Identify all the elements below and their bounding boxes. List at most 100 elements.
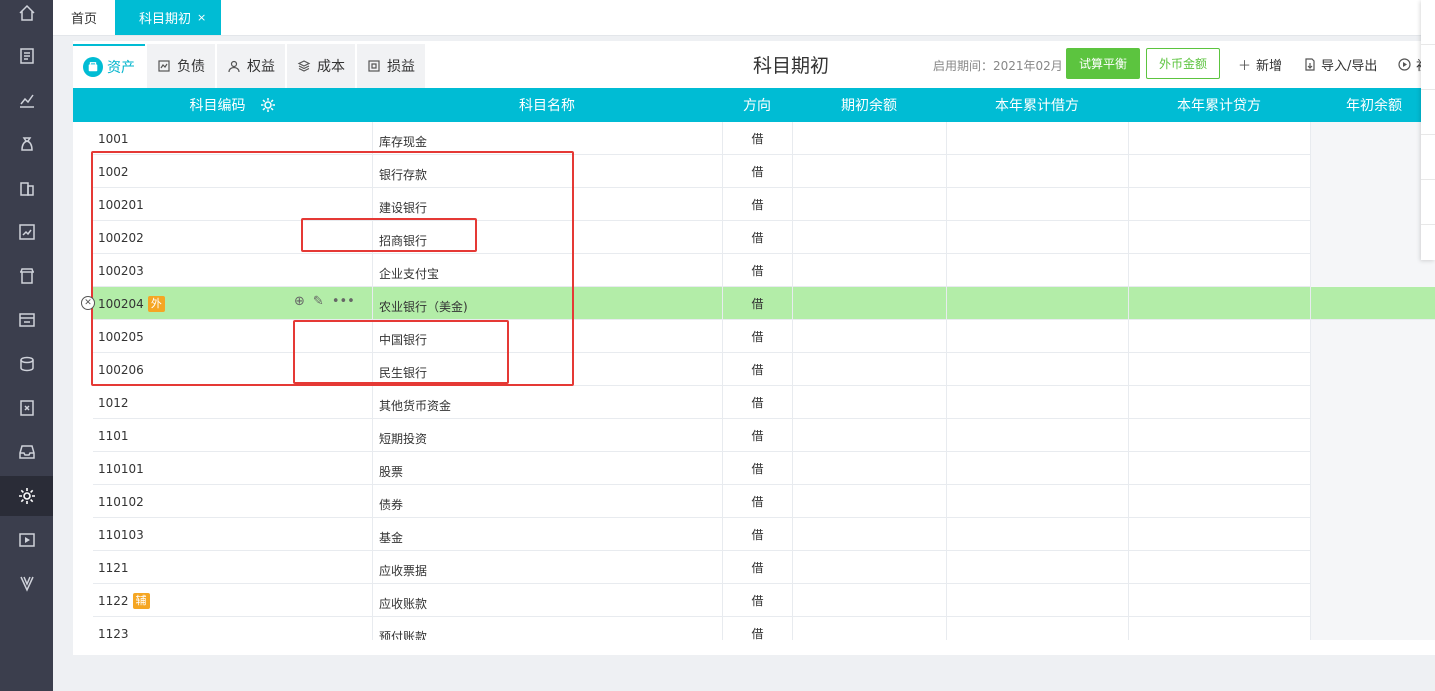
cell-year-begin[interactable] [1310,386,1435,419]
cell-opening-balance[interactable] [792,254,946,287]
cell-ytd-credit[interactable] [1128,155,1310,188]
cell-ytd-credit[interactable] [1128,419,1310,452]
cell-opening-balance[interactable] [792,551,946,584]
cell-year-begin[interactable] [1310,485,1435,518]
cell-year-begin[interactable] [1310,254,1435,287]
sidebar-item[interactable] [0,476,53,516]
cell-year-begin[interactable] [1310,221,1435,254]
cell-opening-balance[interactable] [792,386,946,419]
table-row[interactable]: 1012 其他货币资金 借 [93,386,1435,419]
sidebar-item[interactable] [0,0,53,33]
cell-year-begin[interactable] [1310,320,1435,353]
table-row[interactable]: 1122 辅 应收账款 借 [93,584,1435,617]
cell-year-begin[interactable] [1310,353,1435,386]
category-tab[interactable]: 负债 [147,44,215,88]
category-tab[interactable]: 权益 [217,44,285,88]
cell-ytd-credit[interactable] [1128,386,1310,419]
sidebar-item[interactable] [0,256,53,296]
cell-opening-balance[interactable] [792,155,946,188]
sidebar-item[interactable] [0,563,53,603]
cell-ytd-debit[interactable] [946,617,1128,640]
cell-opening-balance[interactable] [792,188,946,221]
cell-ytd-credit[interactable] [1128,221,1310,254]
sidebar-item[interactable] [0,212,53,252]
cell-ytd-debit[interactable] [946,254,1128,287]
cell-year-begin[interactable] [1310,584,1435,617]
sidebar-item[interactable] [0,36,53,76]
cell-ytd-credit[interactable] [1128,320,1310,353]
cell-opening-balance[interactable] [792,221,946,254]
cell-ytd-debit[interactable] [946,320,1128,353]
cell-year-begin[interactable] [1310,287,1435,320]
cell-opening-balance[interactable] [792,122,946,155]
cell-opening-balance[interactable] [792,584,946,617]
cell-year-begin[interactable] [1310,551,1435,584]
cell-ytd-credit[interactable] [1128,518,1310,551]
cell-ytd-credit[interactable] [1128,485,1310,518]
cell-year-begin[interactable] [1310,518,1435,551]
close-icon[interactable]: × [197,11,206,24]
gear-icon[interactable] [260,97,276,113]
cell-ytd-debit[interactable] [946,386,1128,419]
cell-year-begin[interactable] [1310,122,1435,155]
sidebar-item[interactable] [0,432,53,472]
cell-ytd-credit[interactable] [1128,188,1310,221]
cell-ytd-credit[interactable] [1128,353,1310,386]
cell-year-begin[interactable] [1310,155,1435,188]
cell-ytd-debit[interactable] [946,518,1128,551]
cell-opening-balance[interactable] [792,452,946,485]
cell-ytd-debit[interactable] [946,122,1128,155]
cell-opening-balance[interactable] [792,419,946,452]
cell-year-begin[interactable] [1310,419,1435,452]
dropdown-item[interactable] [1421,180,1435,225]
cell-opening-balance[interactable] [792,617,946,640]
category-tab[interactable]: 损益 [357,44,425,88]
cell-ytd-credit[interactable] [1128,551,1310,584]
cell-year-begin[interactable] [1310,617,1435,640]
table-row[interactable]: 1123 预付账款 借 [93,617,1435,640]
sidebar-item[interactable] [0,80,53,120]
cell-ytd-credit[interactable] [1128,584,1310,617]
category-tab[interactable]: 成本 [287,44,355,88]
import-export-button[interactable]: 导入/导出 [1304,55,1377,74]
cell-year-begin[interactable] [1310,452,1435,485]
dropdown-item[interactable] [1421,45,1435,90]
cell-ytd-debit[interactable] [946,584,1128,617]
sidebar-item[interactable] [0,124,53,164]
sidebar-item[interactable] [0,300,53,340]
table-row[interactable]: 110102 债券 借 [93,485,1435,518]
cell-ytd-credit[interactable] [1128,287,1310,320]
cell-year-begin[interactable] [1310,188,1435,221]
sidebar-item[interactable] [0,388,53,428]
table-row[interactable]: 110101 股票 借 [93,452,1435,485]
dropdown-item[interactable] [1421,90,1435,135]
cell-opening-balance[interactable] [792,353,946,386]
cell-ytd-credit[interactable] [1128,254,1310,287]
sidebar-item[interactable] [0,520,53,560]
cell-ytd-debit[interactable] [946,353,1128,386]
cell-ytd-debit[interactable] [946,551,1128,584]
trial-balance-button[interactable]: 试算平衡 [1066,48,1140,79]
cell-opening-balance[interactable] [792,518,946,551]
cell-ytd-debit[interactable] [946,188,1128,221]
delete-row-icon[interactable]: ✕ [81,296,95,310]
add-button[interactable]: ＋ 新增 [1238,55,1282,74]
table-row[interactable]: 1121 应收票据 借 [93,551,1435,584]
dropdown-item[interactable] [1421,0,1435,45]
sidebar-item[interactable] [0,344,53,384]
fx-amount-button[interactable]: 外币金额 [1146,48,1220,79]
sidebar-item[interactable] [0,168,53,208]
dropdown-item[interactable] [1421,135,1435,180]
cell-ytd-debit[interactable] [946,419,1128,452]
cell-ytd-credit[interactable] [1128,452,1310,485]
cell-ytd-debit[interactable] [946,155,1128,188]
cell-opening-balance[interactable] [792,287,946,320]
category-tab[interactable]: 资产 [73,44,145,88]
cell-ytd-debit[interactable] [946,485,1128,518]
table-row[interactable]: 110103 基金 借 [93,518,1435,551]
cell-ytd-debit[interactable] [946,221,1128,254]
tab-home[interactable]: 首页 [53,0,115,35]
cell-ytd-debit[interactable] [946,287,1128,320]
cell-ytd-credit[interactable] [1128,617,1310,640]
table-row[interactable]: 1101 短期投资 借 [93,419,1435,452]
